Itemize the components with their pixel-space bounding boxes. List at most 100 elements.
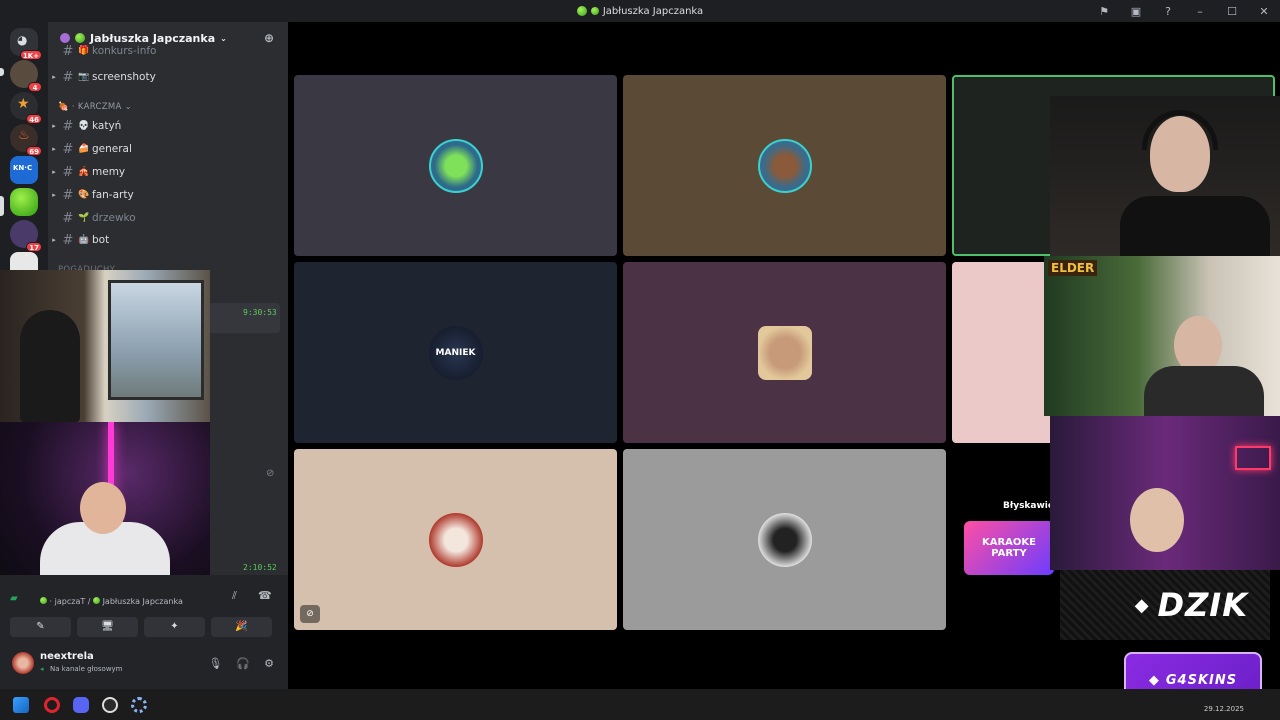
soundboard-button[interactable]: 🎉 [211,617,272,637]
chevron-right-icon: ▸ [52,73,56,81]
chevron-right-icon: ▸ [52,236,56,244]
webcam-streamer-5 [1050,416,1280,570]
discord-icon: ◕ [17,33,28,47]
channel-item-screenshoty[interactable]: ▸ # 📷 screenshoty [48,67,288,87]
channel-item-drzewko[interactable]: # 🌱 drzewko [48,208,288,228]
avatar[interactable] [12,652,34,674]
voice-panel: ▰ · japczaT / Jabłuszka Japczanka ⫽ ☎ ✎ … [0,575,288,689]
skull-icon: 💀 [78,121,90,131]
window-controls: ⚑ ▣ ? – ☐ ✕ [1088,0,1280,22]
channel-item-general[interactable]: ▸ # 🍰 general [48,139,288,159]
star-icon: ★ [17,96,30,112]
karaoke-banner: KARAOKE PARTY [964,521,1054,575]
dzik-logo: ◆ DZIK [1060,570,1270,640]
avatar [428,138,483,193]
discord-home-button[interactable]: ◕ 1K+ [10,28,42,60]
apple-icon [576,6,587,16]
server-icon-knockout[interactable]: KN·C [10,156,38,184]
server-icon[interactable]: 4 [10,60,42,92]
voice-timer: 9:30:53 [243,308,277,317]
channel-item-bot[interactable]: ▸ # 🤖 bot [48,230,288,250]
window-frame [108,280,204,400]
hash-icon: # [62,69,74,85]
disconnect-icon[interactable]: ☎ [258,589,272,602]
camera-off-button[interactable]: ✎ [10,617,71,637]
chevron-right-icon: ▸ [52,168,56,176]
apple-icon [40,597,47,604]
server-icon[interactable]: ♨ 69 [10,124,42,156]
close-button[interactable]: ✕ [1248,5,1280,18]
gift-icon: 🎁 [78,46,90,56]
minimize-button[interactable]: – [1184,5,1216,18]
channel-item-partial[interactable]: # 🎁 konkurs-info [48,45,288,57]
mention-badge: 69 [26,146,42,156]
opera-icon[interactable] [44,697,60,713]
webcam-streamer-2 [0,422,210,594]
flame-icon: ♨ [18,128,30,143]
unread-pill [0,68,4,76]
muted-icon: ⊘ [266,468,275,479]
mention-badge: 1K+ [19,50,42,60]
voice-timer: 2:10:52 [243,563,277,572]
category-karczma[interactable]: 🍖 · KARCZMA ⌄ [58,102,132,112]
obs-icon[interactable] [102,697,118,713]
invite-icon[interactable]: ⊕ [264,31,274,45]
participant-tile[interactable] [294,75,617,256]
settings-icon[interactable]: ⚙ [264,657,274,670]
participant-tile[interactable] [623,75,946,256]
user-status: Na kanale głosowym [50,665,123,673]
cake-icon: 🍰 [78,144,90,154]
taskbar-date: 29.12.2025 [1203,705,1244,713]
neon-sign [1235,446,1271,470]
guild-emblem-icon [60,33,70,43]
camera-icon: 📷 [78,72,90,82]
participant-tile[interactable]: MANIEK [294,262,617,443]
discord-icon[interactable] [73,697,89,713]
taskbar: 29.12.2025 [0,689,1280,720]
avatar [757,138,812,193]
server-icon[interactable]: ★ 46 [10,92,42,124]
selected-pill [0,196,4,216]
headphones-icon[interactable]: 🎧 [236,657,250,670]
help-icon[interactable]: ? [1152,5,1184,18]
participant-tile[interactable]: ⊘ [294,449,617,630]
mention-badge: 46 [26,114,42,124]
person-head [1130,488,1184,552]
webcam-streamer-4: ELDER [1044,256,1280,416]
server-icon-jabluszka[interactable] [10,188,38,216]
muted-icon: ⊘ [300,605,320,623]
circus-icon: 🎪 [78,167,90,177]
user-controls: 🎙 🎧 ⚙ [208,657,274,670]
windows-start-icon[interactable] [13,697,29,713]
chevron-down-icon: ⌄ [220,33,227,43]
webcam-streamer-1 [0,270,210,422]
screen-share-button[interactable]: 🖥 [77,617,138,637]
voice-location[interactable]: · japczaT / Jabłuszka Japczanka [40,597,183,606]
microphone-icon[interactable]: 🎙 [208,657,222,670]
channel-item-memy[interactable]: ▸ # 🎪 memy [48,162,288,182]
participant-tile[interactable] [623,262,946,443]
channel-item-katyn[interactable]: ▸ # 💀 katyń [48,116,288,136]
avatar [428,512,483,567]
seedling-icon: 🌱 [78,213,90,223]
screen-icon[interactable]: ▣ [1120,5,1152,18]
person-silhouette [20,310,80,422]
channel-item-fan-arty[interactable]: ▸ # 🎨 fan-arty [48,185,288,205]
maximize-button[interactable]: ☐ [1216,5,1248,18]
palette-icon: 🎨 [78,190,90,200]
elder-logo: ELDER [1048,260,1098,276]
chevron-right-icon: ▸ [52,145,56,153]
g4skins-emblem-icon: ◆ [1148,673,1160,688]
webcam-streamer-3 [1050,96,1280,256]
window-title: Jabłuszka Japczanka [576,6,703,17]
noise-suppression-icon[interactable]: ⫽ [232,589,237,603]
settings-gear-icon[interactable] [131,697,147,713]
activities-button[interactable]: ✦ [144,617,205,637]
participant-tile[interactable] [623,449,946,630]
hash-icon: # [62,210,74,226]
avatar [757,512,812,567]
person-head [80,482,126,534]
person-shirt [1144,366,1264,416]
server-icon[interactable]: 17 [10,220,42,252]
inbox-icon[interactable]: ⚑ [1088,5,1120,18]
